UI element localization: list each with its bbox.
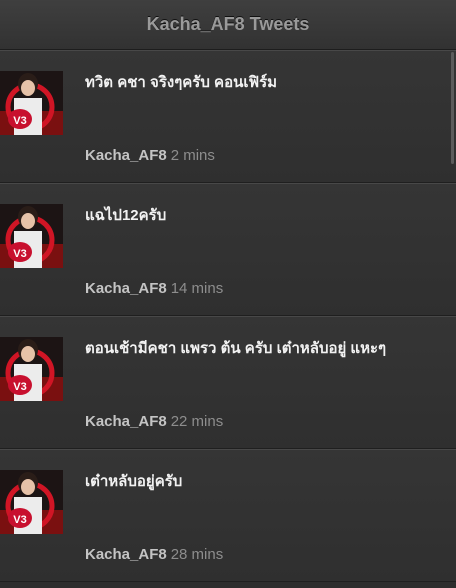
avatar-badge: V3 — [13, 115, 26, 127]
tweet-timestamp: 22 mins — [170, 413, 224, 430]
avatar[interactable]: V3 — [0, 337, 63, 401]
tweet-item[interactable]: V3 แฉไป12ครับ Kacha_AF8 14 mins — [0, 183, 456, 316]
avatar-badge: V3 — [13, 514, 26, 526]
tweet-author[interactable]: Kacha_AF8 — [85, 280, 167, 297]
tweet-author[interactable]: Kacha_AF8 — [85, 147, 167, 164]
avatar-badge: V3 — [13, 381, 26, 393]
tweet-list[interactable]: V3 ทวิต คชา จริงๆครับ คอนเฟิร์ม Kacha_AF… — [0, 50, 456, 588]
tweet-text: ตอนเช้ามีคชา แพรว ต้น ครับ เต๋าหลับอยู่ … — [85, 340, 387, 357]
tweet-text: เต๋าหลับอยู่ครับ — [85, 473, 183, 490]
tweet-item[interactable]: V3 ตอนเช้ามีคชา แพรว ต้น ครับ เต๋าหลับอย… — [0, 316, 456, 449]
avatar-image: V3 — [0, 337, 63, 401]
tweet-meta: Kacha_AF8 14 mins — [85, 280, 223, 297]
page-title: Kacha_AF8 Tweets — [146, 14, 310, 34]
tweet-author[interactable]: Kacha_AF8 — [85, 546, 167, 563]
tweet-text: แฉไป12ครับ — [85, 207, 167, 224]
tweet-timestamp: 2 mins — [170, 147, 215, 164]
tweet-text: ทวิต คชา จริงๆครับ คอนเฟิร์ม — [85, 74, 278, 91]
avatar[interactable]: V3 — [0, 470, 63, 534]
tweet-meta: Kacha_AF8 2 mins — [85, 147, 215, 164]
tweet-timestamp: 14 mins — [170, 280, 224, 297]
avatar-image: V3 — [0, 204, 63, 268]
tweet-meta: Kacha_AF8 28 mins — [85, 546, 223, 563]
avatar-badge: V3 — [13, 248, 26, 260]
avatar[interactable]: V3 — [0, 204, 63, 268]
tweet-timestamp: 28 mins — [170, 546, 224, 563]
avatar-image: V3 — [0, 470, 63, 534]
avatar-image: V3 — [0, 71, 63, 135]
tweet-meta: Kacha_AF8 22 mins — [85, 413, 223, 430]
tweet-author[interactable]: Kacha_AF8 — [85, 413, 167, 430]
tweet-item[interactable]: V3 ทวิต คชา จริงๆครับ คอนเฟิร์ม Kacha_AF… — [0, 50, 456, 183]
scrollbar[interactable] — [451, 52, 454, 164]
app-header: Kacha_AF8 Tweets — [0, 0, 456, 50]
tweet-item[interactable]: V3 เต๋าหลับอยู่ครับ Kacha_AF8 28 mins — [0, 449, 456, 582]
avatar[interactable]: V3 — [0, 71, 63, 135]
